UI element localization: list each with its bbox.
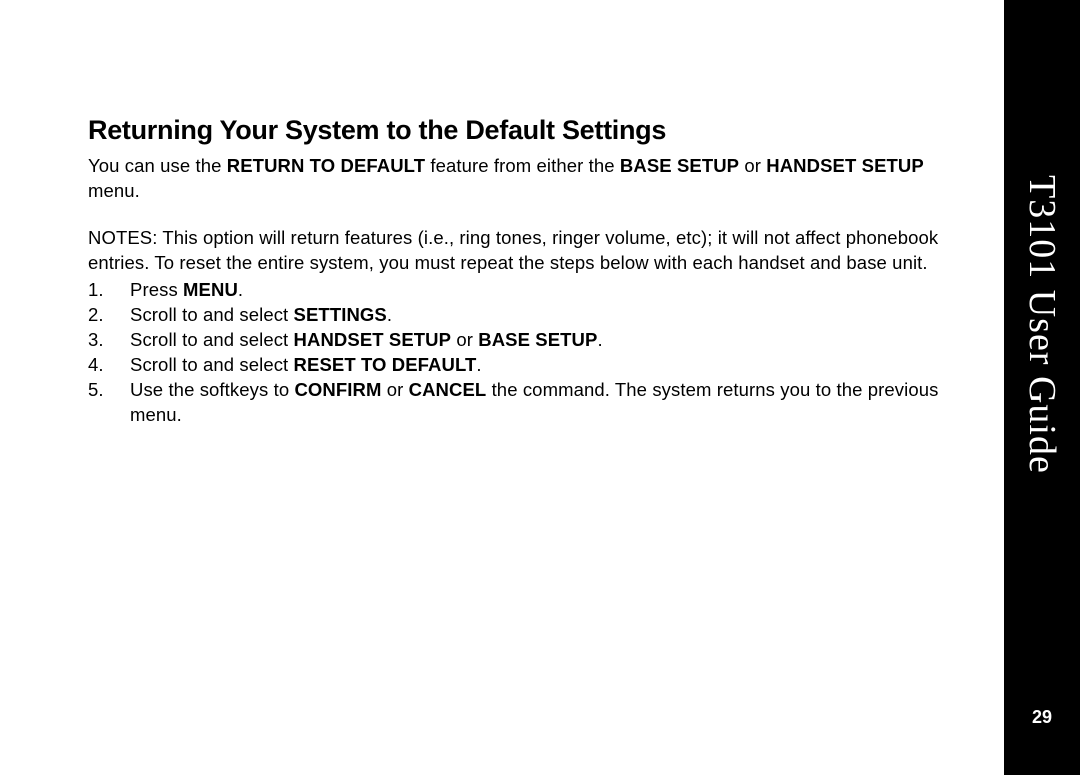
- notes-text: This option will return features (i.e., …: [88, 227, 938, 273]
- intro-text-mid2: or: [739, 155, 766, 176]
- step-text-pre: Use the softkeys to: [130, 379, 294, 400]
- step-item: Use the softkeys to CONFIRM or CANCEL th…: [130, 378, 974, 428]
- step-bold-1: HANDSET SETUP: [294, 329, 452, 350]
- step-text-pre: Scroll to and select: [130, 329, 294, 350]
- step-bold-2: BASE SETUP: [478, 329, 597, 350]
- intro-text-post: menu.: [88, 180, 140, 201]
- page-container: Returning Your System to the Default Set…: [0, 0, 1080, 775]
- step-bold-1: CONFIRM: [294, 379, 381, 400]
- step-item: Scroll to and select SETTINGS.: [130, 303, 974, 328]
- step-bold-1: RESET TO DEFAULT: [294, 354, 477, 375]
- steps-list: Press MENU. Scroll to and select SETTING…: [88, 278, 974, 428]
- step-text-post: .: [476, 354, 481, 375]
- step-text-post: .: [238, 279, 243, 300]
- step-text-pre: Scroll to and select: [130, 354, 294, 375]
- intro-text-pre: You can use the: [88, 155, 227, 176]
- notes-paragraph: NOTES: This option will return features …: [88, 226, 974, 276]
- page-number: 29: [1032, 707, 1052, 728]
- step-text-pre: Scroll to and select: [130, 304, 294, 325]
- step-bold-1: MENU: [183, 279, 238, 300]
- step-item: Press MENU.: [130, 278, 974, 303]
- step-item: Scroll to and select RESET TO DEFAULT.: [130, 353, 974, 378]
- intro-paragraph: You can use the RETURN TO DEFAULT featur…: [88, 154, 974, 204]
- section-heading: Returning Your System to the Default Set…: [88, 115, 974, 146]
- intro-bold-1: RETURN TO DEFAULT: [227, 155, 425, 176]
- step-text-post: .: [597, 329, 602, 350]
- step-bold-2: CANCEL: [409, 379, 487, 400]
- intro-bold-3: HANDSET SETUP: [766, 155, 924, 176]
- intro-text-mid1: feature from either the: [425, 155, 620, 176]
- notes-label: NOTES:: [88, 227, 157, 248]
- sidebar-title: T3101 User Guide: [1020, 175, 1064, 474]
- step-bold-1: SETTINGS: [294, 304, 387, 325]
- step-text-post: .: [387, 304, 392, 325]
- intro-bold-2: BASE SETUP: [620, 155, 739, 176]
- step-text-mid: or: [451, 329, 478, 350]
- step-text-pre: Press: [130, 279, 183, 300]
- step-text-mid: or: [382, 379, 409, 400]
- content-area: Returning Your System to the Default Set…: [0, 0, 1004, 775]
- step-item: Scroll to and select HANDSET SETUP or BA…: [130, 328, 974, 353]
- sidebar: T3101 User Guide 29: [1004, 0, 1080, 775]
